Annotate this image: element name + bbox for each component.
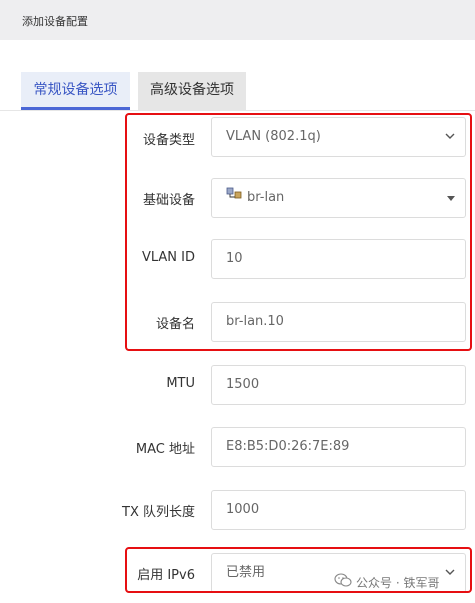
chevron-down-icon (445, 554, 455, 592)
watermark: 公众号 · 铁军哥 (334, 573, 439, 591)
ipv6-value: 已禁用 (226, 565, 266, 580)
tx-queue-length-label: TX 队列长度 (122, 505, 195, 520)
base-device-label: 基础设备 (142, 193, 195, 208)
mac-address-label: MAC 地址 (135, 442, 195, 457)
device-type-select[interactable]: VLAN (802.1q) (211, 117, 466, 157)
vlan-id-input[interactable]: 10 (211, 239, 466, 279)
tab-advanced-options[interactable]: 高级设备选项 (138, 72, 246, 110)
vlan-id-label: VLAN ID (141, 250, 195, 265)
mac-address-input[interactable]: E8:B5:D0:26:7E:89 (211, 427, 466, 467)
dialog-header: 添加设备配置 (0, 0, 475, 40)
mtu-label: MTU (166, 376, 195, 391)
triangle-down-icon (447, 196, 455, 201)
chevron-down-icon (445, 118, 455, 156)
watermark-text: 公众号 · 铁军哥 (356, 575, 440, 590)
dialog-title: 添加设备配置 (22, 15, 88, 28)
bridge-device-icon (226, 178, 242, 216)
mtu-input[interactable]: 1500 (211, 365, 466, 405)
base-device-dropdown[interactable]: br-lan (211, 178, 466, 218)
device-type-value: VLAN (802.1q) (226, 129, 321, 144)
device-name-input[interactable]: br-lan.10 (211, 302, 466, 342)
tab-general-options[interactable]: 常规设备选项 (21, 72, 130, 110)
ipv6-label: 启用 IPv6 (137, 568, 195, 583)
base-device-value: br-lan (247, 190, 285, 205)
device-type-label: 设备类型 (142, 133, 195, 148)
device-name-label: 设备名 (155, 317, 195, 332)
wechat-icon (334, 573, 352, 591)
tx-queue-length-input[interactable]: 1000 (211, 490, 466, 530)
